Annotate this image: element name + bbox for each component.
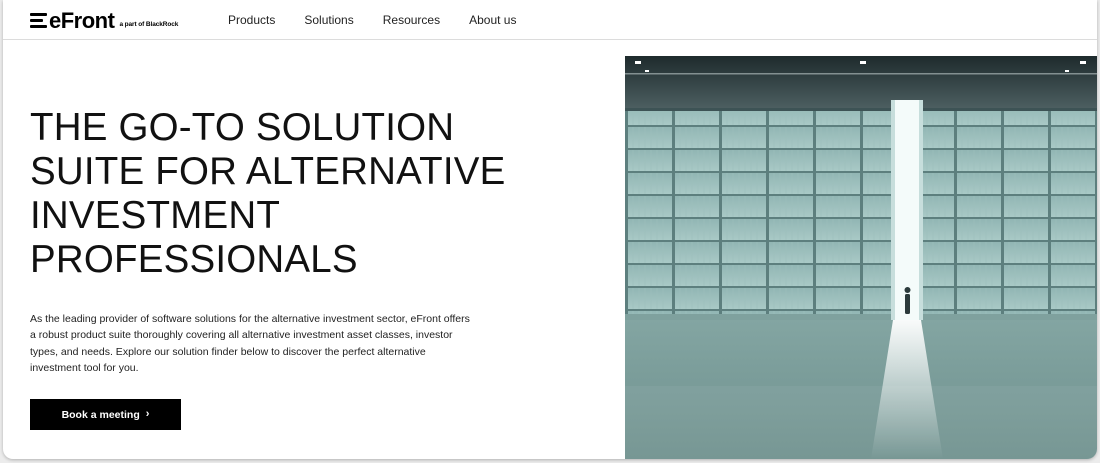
hero-headline-line: THE GO-TO SOLUTION [30, 106, 455, 149]
nav-item-resources[interactable]: Resources [383, 13, 440, 27]
efront-logo[interactable]: eFront a part of BlackRock [30, 10, 178, 32]
hero-image [625, 56, 1097, 459]
book-meeting-label: Book a meeting [61, 408, 140, 421]
chevron-right-icon: › [145, 408, 150, 420]
nav-item-about-us[interactable]: About us [469, 13, 516, 27]
main-nav: Products Solutions Resources About us [228, 0, 545, 40]
site-header: eFront a part of BlackRock Products Solu… [3, 0, 1097, 40]
nav-item-solutions[interactable]: Solutions [304, 13, 353, 27]
nav-item-products[interactable]: Products [228, 13, 275, 27]
hero-description-line: investment tool for you. [30, 361, 139, 374]
efront-logo-mark-icon [30, 13, 47, 29]
hero-headline: THE GO-TO SOLUTION SUITE FOR ALTERNATIVE… [30, 106, 550, 282]
hero-description-line: As the leading provider of software solu… [30, 313, 470, 325]
logo-tagline: a part of BlackRock [119, 21, 179, 28]
hero-description: As the leading provider of software solu… [30, 311, 530, 376]
hero-headline-line: SUITE FOR ALTERNATIVE [30, 150, 506, 193]
hero-description-line: a robust product suite thoroughly coveri… [30, 329, 453, 342]
hero-headline-line: PROFESSIONALS [30, 238, 358, 281]
hero-description-line: types, and needs. Explore our solution f… [30, 345, 426, 358]
page-frame: eFront a part of BlackRock Products Solu… [3, 0, 1097, 459]
book-meeting-button[interactable]: Book a meeting › [30, 399, 181, 430]
hero-headline-line: INVESTMENT [30, 194, 281, 237]
logo-wordmark: eFront [49, 8, 115, 33]
